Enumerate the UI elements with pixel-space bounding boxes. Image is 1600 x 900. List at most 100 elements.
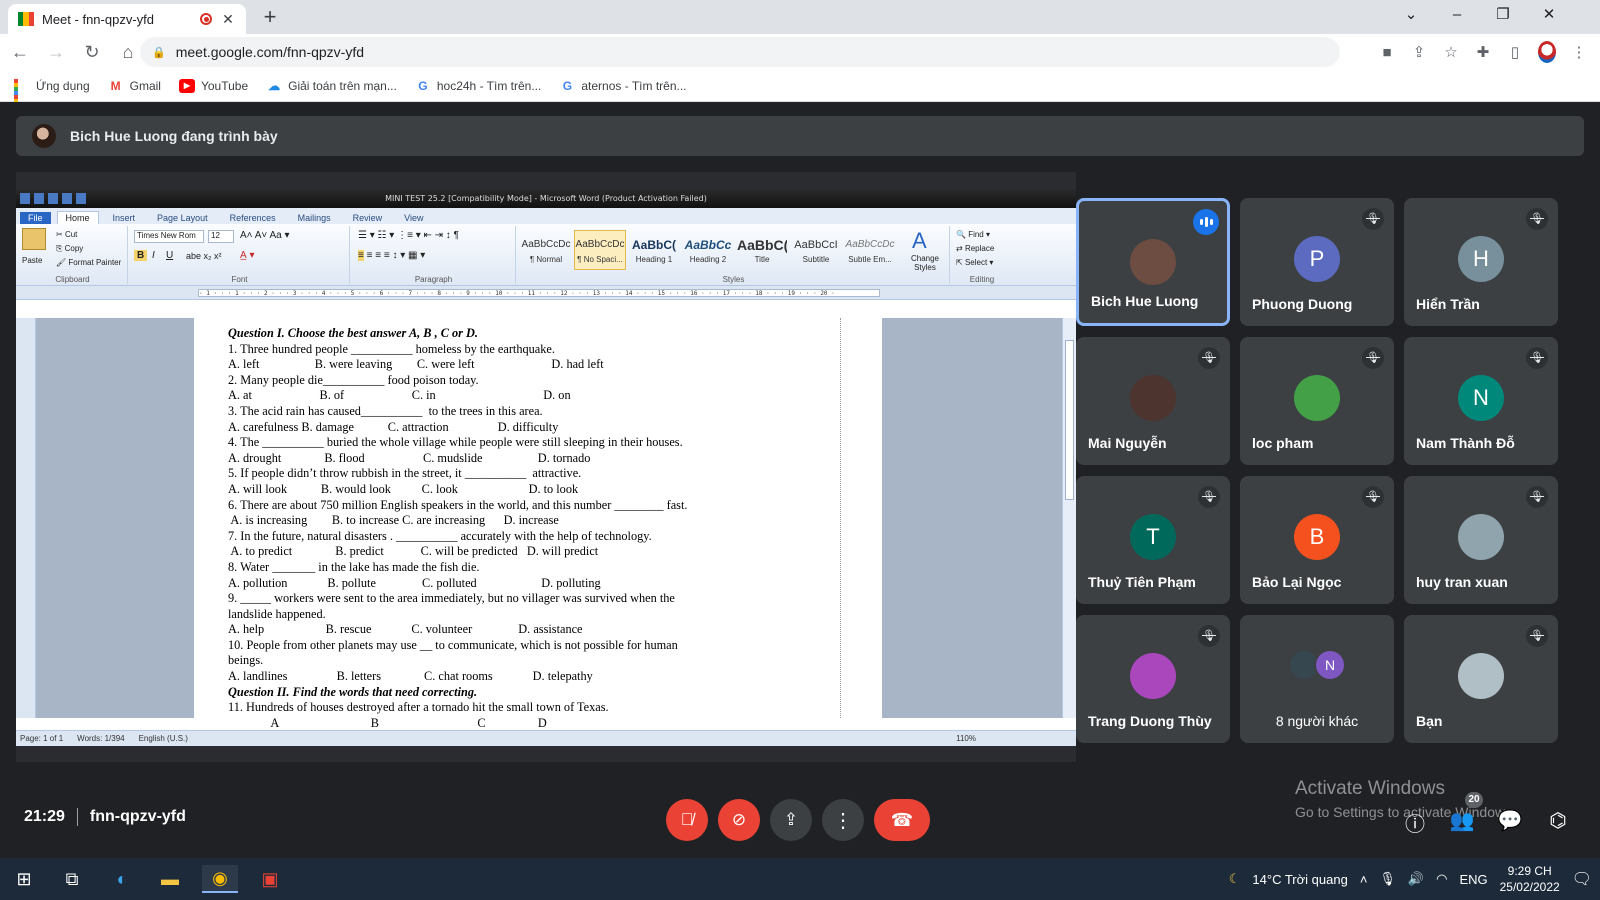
volume-icon[interactable]: 🔊 <box>1408 871 1424 887</box>
word-tab-home[interactable]: Home <box>56 211 99 224</box>
style-title[interactable]: AaBbC(Title <box>736 230 788 270</box>
participant-tile[interactable]: B Bảo Lại Ngọc 🎙 <box>1240 476 1394 604</box>
bookmark-giai-toan[interactable]: ☁ Giải toán trên mạn... <box>266 79 397 93</box>
participant-tile[interactable]: T Thuỷ Tiên Phạm 🎙 <box>1076 476 1230 604</box>
meeting-code[interactable]: fnn-qpzv-yfd <box>90 808 186 826</box>
select-button[interactable]: ⇱ Select ▾ <box>956 258 993 267</box>
camera-off-button[interactable]: ⊘ <box>718 799 760 841</box>
participant-tile[interactable]: P Phuong Duong 🎙 <box>1240 198 1394 326</box>
extensions-icon[interactable]: ✚ <box>1474 43 1492 61</box>
paste-icon[interactable] <box>22 228 46 250</box>
vertical-scrollbar[interactable] <box>1062 318 1076 718</box>
leave-call-button[interactable]: ☎ <box>874 799 930 841</box>
word-tab-view[interactable]: View <box>396 212 431 224</box>
browser-tab-meet[interactable]: Meet - fnn-qpzv-yfd ✕ <box>8 4 246 34</box>
input-language[interactable]: ENG <box>1459 872 1487 887</box>
change-styles-button[interactable]: Change Styles <box>904 254 946 272</box>
participant-tile[interactable]: N Nam Thành Đỗ 🎙 <box>1404 337 1558 465</box>
activities-icon[interactable]: ⌬ <box>1544 808 1572 833</box>
minimize-button[interactable]: – <box>1434 0 1480 30</box>
style-heading-2[interactable]: AaBbCc Heading 2 <box>682 230 734 270</box>
tray-chevron-icon[interactable]: ˄ <box>1360 872 1368 887</box>
zoom-level[interactable]: 110% <box>956 734 976 743</box>
chrome-icon[interactable]: ◉ <box>202 865 238 893</box>
word-tab-review[interactable]: Review <box>345 212 391 224</box>
share-icon[interactable]: ⇪ <box>1410 43 1428 61</box>
word-tab-file[interactable]: File <box>20 212 51 224</box>
underline-button[interactable]: U <box>166 250 173 261</box>
tab-search-chevron-icon[interactable]: ⌄ <box>1388 0 1434 30</box>
font-name-select[interactable]: Times New Rom <box>134 230 204 243</box>
participant-tile[interactable]: H Hiển Trần 🎙 <box>1404 198 1558 326</box>
font-size-select[interactable]: 12 <box>208 230 234 243</box>
bookmark-apps[interactable]: Ứng dụng <box>14 78 90 115</box>
wifi-icon[interactable]: ◠ <box>1436 871 1447 887</box>
edge-icon[interactable]: ◐ <box>104 865 140 893</box>
reload-button[interactable]: ↻ <box>76 36 108 68</box>
participant-tile[interactable]: N 8 người khác <box>1240 615 1394 743</box>
style-heading-1[interactable]: AaBbC(Heading 1 <box>628 230 680 270</box>
participant-tile[interactable]: huy tran xuan 🎙 <box>1404 476 1558 604</box>
font-grow-icon[interactable]: A˄ A˅ Aa ▾ <box>240 230 290 241</box>
copy-button[interactable]: ⎘ Copy <box>56 244 83 254</box>
notifications-icon[interactable]: 🗨 <box>1572 869 1592 889</box>
word-count[interactable]: Words: 1/394 <box>77 734 124 743</box>
participant-tile[interactable]: loc pham 🎙 <box>1240 337 1394 465</box>
camera-in-use-icon[interactable]: ■ <box>1378 44 1396 61</box>
change-styles-icon[interactable]: A <box>912 228 927 254</box>
cut-button[interactable]: ✂ Cut <box>56 230 77 239</box>
participant-tile[interactable]: Trang Duong Thùy 🎙 <box>1076 615 1230 743</box>
people-icon[interactable]: 👥 <box>1448 808 1476 833</box>
bookmark-star-icon[interactable]: ☆ <box>1442 43 1460 61</box>
language[interactable]: English (U.S.) <box>139 734 188 743</box>
italic-button[interactable]: I <box>152 250 155 261</box>
horizontal-ruler[interactable]: · 1 · · · 1 · · · 2 · · · 3 · · · 4 · · … <box>16 286 1076 300</box>
forward-button[interactable]: → <box>40 36 72 68</box>
back-button[interactable]: ← <box>4 36 36 68</box>
format-painter-button[interactable]: 🖌 Format Painter <box>56 258 121 267</box>
meeting-details-icon[interactable]: ⓘ <box>1401 808 1429 837</box>
bold-button[interactable]: B <box>134 250 148 261</box>
restore-button[interactable]: ❐ <box>1480 0 1526 30</box>
windows-start-icon[interactable]: ⊞ <box>6 865 42 893</box>
strike-sub-sup-icons[interactable]: abe x₂ x² <box>186 251 222 261</box>
list-icons[interactable]: ☰ ▾ ☷ ▾ ⋮≡ ▾ ⇤ ⇥ ↕ ¶ <box>358 230 459 241</box>
font-color-icon[interactable]: A̲ ▾ <box>240 250 254 261</box>
profile-avatar[interactable] <box>1538 41 1556 63</box>
replace-button[interactable]: ⇄ Replace <box>956 244 994 253</box>
word-tab-references[interactable]: References <box>222 212 284 224</box>
weather-text[interactable]: 14°C Trời quang <box>1252 872 1347 887</box>
bookmark-youtube[interactable]: ▶ YouTube <box>178 78 248 93</box>
chat-icon[interactable]: 💬 <box>1496 808 1524 833</box>
omnibox[interactable]: 🔒 meet.google.com/fnn-qpzv-yfd <box>140 37 1340 67</box>
word-tab-page-layout[interactable]: Page Layout <box>149 212 216 224</box>
paste-button[interactable]: Paste <box>22 256 42 265</box>
bookmark-gmail[interactable]: M Gmail <box>108 79 161 93</box>
close-tab-icon[interactable]: ✕ <box>220 11 236 28</box>
menu-kebab-icon[interactable]: ⋮ <box>1570 43 1588 61</box>
document-page[interactable]: Question I. Choose the best answer A, B … <box>194 318 882 730</box>
close-window-button[interactable]: ✕ <box>1526 0 1572 30</box>
office-app-icon[interactable]: ▣ <box>252 865 288 893</box>
participant-tile[interactable]: Mai Nguyễn 🎙 <box>1076 337 1230 465</box>
style-subtle-emphasis[interactable]: AaBbCcDc Subtle Em... <box>844 230 896 270</box>
clock[interactable]: 9:29 CH 25/02/2022 <box>1500 863 1560 895</box>
participant-tile[interactable]: Bạn 🎙 <box>1404 615 1558 743</box>
participant-tile[interactable]: Bich Hue Luong <box>1076 198 1230 326</box>
word-tab-insert[interactable]: Insert <box>105 212 144 224</box>
style-subtitle[interactable]: AaBbCcI Subtitle <box>790 230 842 270</box>
style-no-spacing[interactable]: AaBbCcDc ¶ No Spaci... <box>574 230 626 270</box>
style-normal[interactable]: AaBbCcDc ¶ Normal <box>520 230 572 270</box>
align-icons[interactable]: ≡ ≡ ≡ ≡ ↕ ▾ ▦ ▾ <box>358 250 425 261</box>
word-tab-mailings[interactable]: Mailings <box>290 212 339 224</box>
new-tab-button[interactable]: + <box>256 4 284 32</box>
mic-off-button[interactable]: 🎙̸ <box>666 799 708 841</box>
mic-tray-icon[interactable]: 🎙 <box>1379 871 1396 887</box>
file-explorer-icon[interactable]: ▬ <box>152 865 188 893</box>
bookmark-aternos[interactable]: G aternos - Tìm trên... <box>559 79 687 93</box>
scroll-thumb[interactable] <box>1065 340 1074 500</box>
find-button[interactable]: 🔍 Find ▾ <box>956 230 990 239</box>
more-options-button[interactable]: ⋮ <box>822 799 864 841</box>
task-view-icon[interactable]: ⧉ <box>54 865 90 893</box>
side-panel-icon[interactable]: ▯ <box>1506 43 1524 61</box>
